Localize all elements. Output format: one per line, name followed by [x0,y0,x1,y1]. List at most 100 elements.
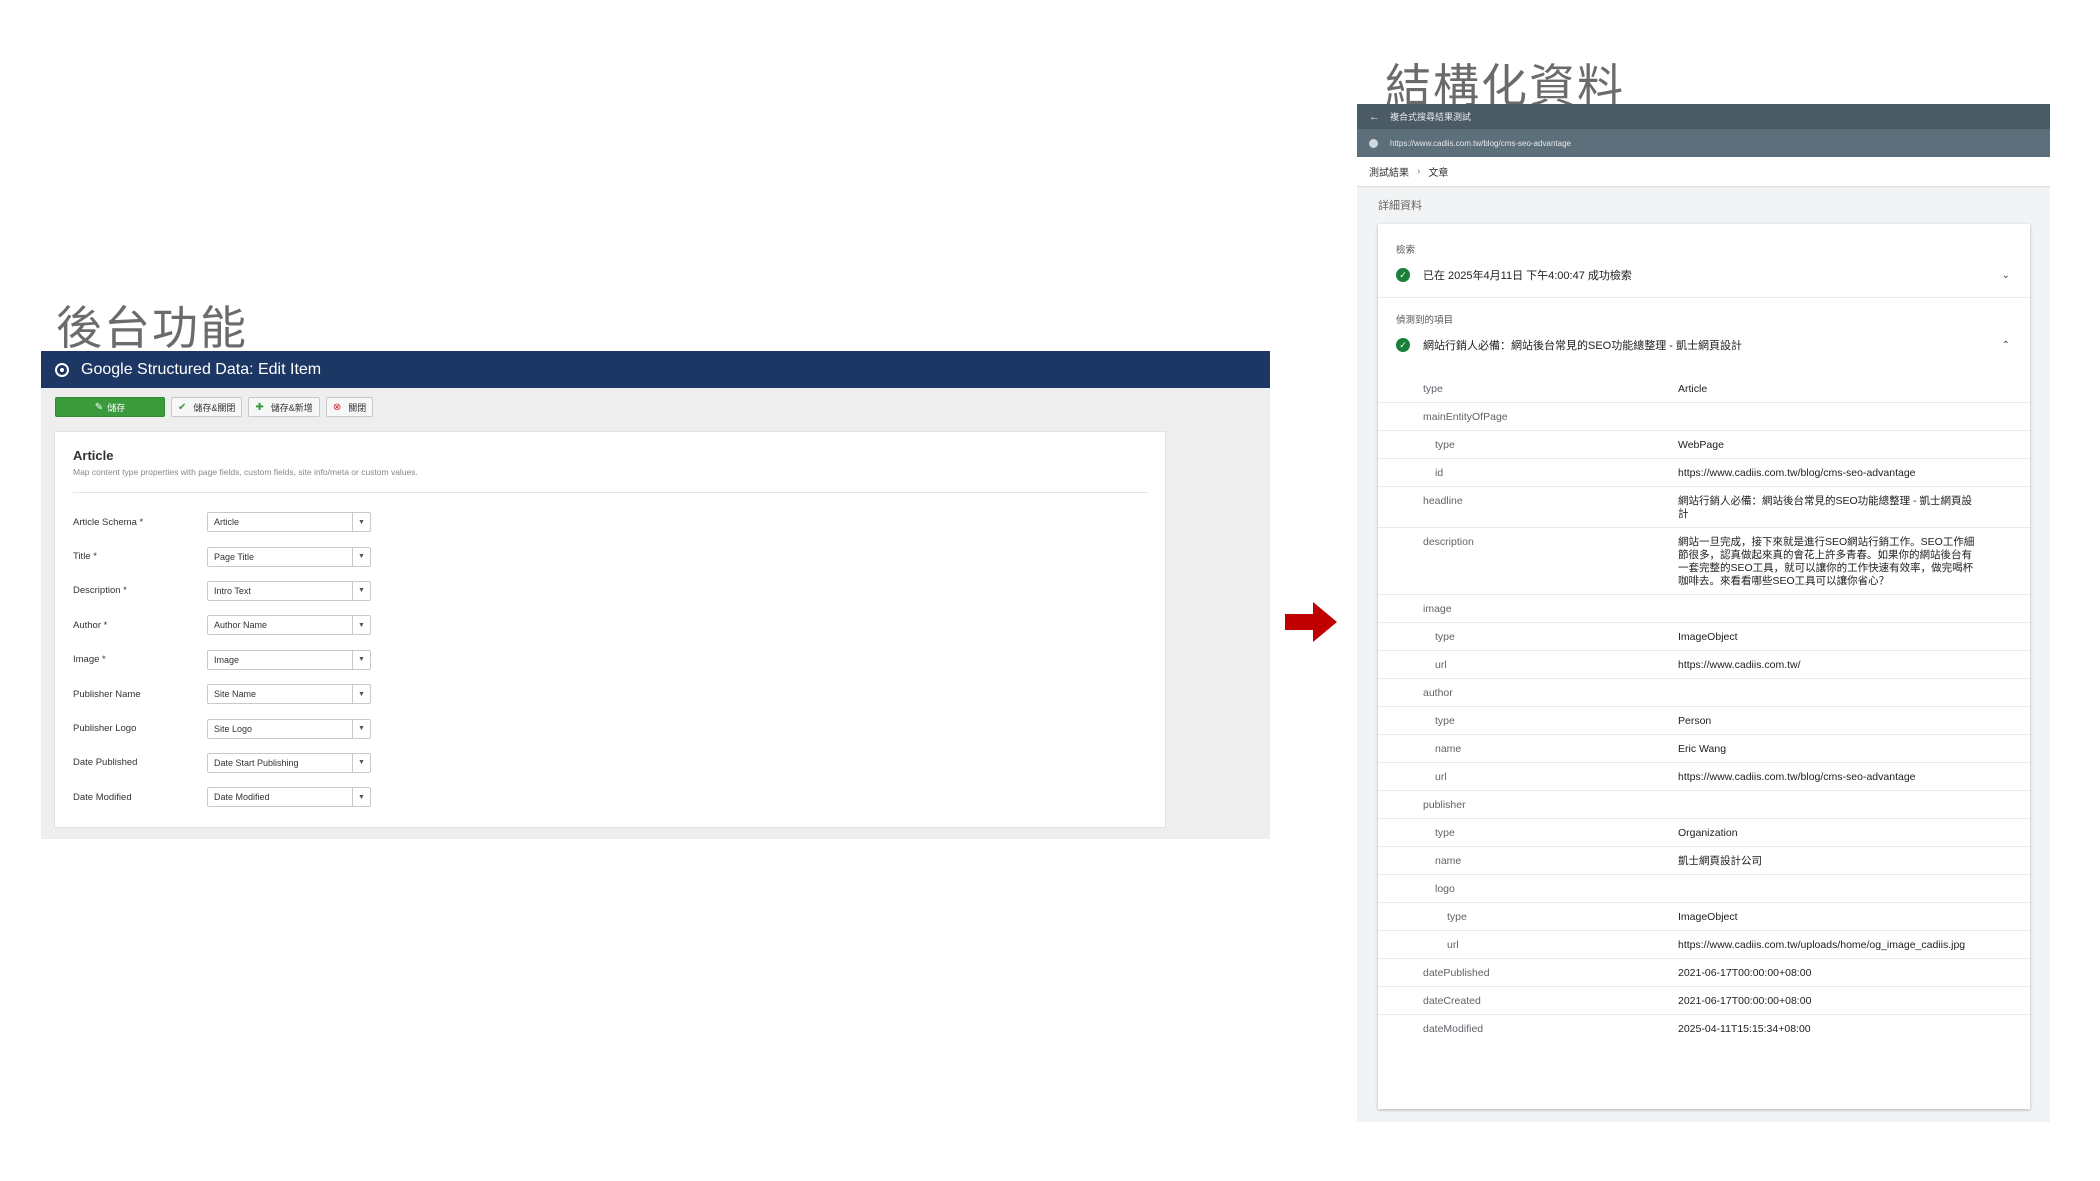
property-value [1678,411,1978,424]
field-select[interactable]: Author Name ▼ [207,615,371,636]
field-select[interactable]: Site Name ▼ [207,684,371,705]
property-value: Article [1678,383,1708,395]
field-select[interactable]: Site Logo ▼ [207,718,371,739]
card-divider [73,492,1147,493]
dropdown-caret-icon: ▼ [352,753,370,772]
property-row: mainEntityOfPage [1378,402,2030,430]
edit-icon: ✎ [94,401,104,413]
field-select[interactable]: Page Title ▼ [207,546,371,567]
dropdown-caret-icon: ▼ [352,788,370,807]
rr-top-bar: ← 複合式搜尋結果測試 [1357,104,2050,129]
check-icon: ✔ [178,401,187,413]
property-row: type Organization [1378,818,2030,846]
property-key: type [1423,383,1443,395]
detected-item-row[interactable]: ✓ 網站行銷人必備：網站後台常見的SEO功能總整理 - 凱士網頁設計 ⌃ [1378,337,2030,353]
property-row: id https://www.cadiis.com.tw/blog/cms-seo… [1378,458,2030,486]
crawl-status-row[interactable]: ✓ 已在 2025年4月11日 下午4:00:47 成功檢索 ⌄ [1378,267,2030,283]
dropdown-caret-icon: ▼ [352,685,370,704]
property-row: url https://www.cadiis.com.tw/ [1378,650,2030,678]
back-arrow-icon[interactable]: ← [1369,111,1380,123]
detail-heading: 詳細資料 [1378,200,1422,212]
property-value: https://www.cadiis.com.tw/ [1678,659,1801,671]
article-form-card: Article Map content type properties with… [54,431,1166,828]
field-label: Title * [73,551,97,563]
chevron-down-icon[interactable]: ⌄ [2002,270,2010,281]
property-row: datePublished 2021-06-17T00:00:00+08:00 [1378,958,2030,986]
plus-icon: ✚ [255,401,264,413]
property-row: image [1378,594,2030,622]
detected-item-title: 網站行銷人必備：網站後台常見的SEO功能總整理 - 凱士網頁設計 [1423,340,1743,352]
property-key: description [1423,536,1474,548]
rr-top-title: 複合式搜尋結果測試 [1390,112,1472,122]
breadcrumb: 測試結果 › 文章 [1357,157,2050,187]
property-key: publisher [1423,799,1466,811]
field-select[interactable]: Date Modified ▼ [207,787,371,808]
property-key: headline [1423,495,1463,507]
property-key: type [1435,631,1455,643]
property-value [1678,687,1978,700]
property-value: 2021-06-17T00:00:00+08:00 [1678,995,1812,1007]
field-label: Date Published [73,757,138,769]
field-select[interactable]: Intro Text ▼ [207,580,371,601]
breadcrumb-item-results[interactable]: 測試結果 [1369,164,1409,179]
property-row: name Eric Wang [1378,734,2030,762]
property-value: 2021-06-17T00:00:00+08:00 [1678,967,1812,979]
field-label: Author * [73,619,108,631]
dropdown-caret-icon: ▼ [352,616,370,635]
rr-url-bar: https://www.cadiis.com.tw/blog/cms-seo-a… [1357,129,2050,157]
property-key: name [1435,743,1462,755]
form-row: Image * Image ▼ [73,643,1147,677]
property-value: https://www.cadiis.com.tw/blog/cms-seo-a… [1678,771,1916,783]
field-value: Article [214,517,240,528]
crawl-status-text: 已在 2025年4月11日 下午4:00:47 成功檢索 [1423,270,1632,282]
form-row: Description * Intro Text ▼ [73,574,1147,608]
field-label: Publisher Name [73,688,141,700]
property-key: dateCreated [1423,995,1481,1007]
detected-items-label: 偵測到的項目 [1396,315,1454,326]
arrow-shape [1285,602,1337,642]
save-close-label: 儲存&關閉 [193,402,236,413]
field-value: Image [214,654,240,665]
admin-edit-panel: Google Structured Data: Edit Item ✎ 儲存 ✔… [41,351,1270,839]
chevron-up-icon[interactable]: ⌃ [2002,340,2010,351]
save-button[interactable]: ✎ 儲存 [55,397,165,417]
breadcrumb-item-article: 文章 [1428,168,1449,179]
property-value: Eric Wang [1678,743,1727,755]
field-select[interactable]: Image ▼ [207,649,371,670]
target-icon [55,362,69,377]
form-row: Publisher Name Site Name ▼ [73,677,1147,711]
property-key: mainEntityOfPage [1423,411,1508,423]
crawl-label: 檢索 [1396,245,1416,256]
field-value: Date Start Publishing [214,757,299,768]
save-close-button[interactable]: ✔ 儲存&關閉 [171,397,243,417]
property-row: name 凱士網頁設計公司 [1378,846,2030,874]
property-row: dateCreated 2021-06-17T00:00:00+08:00 [1378,986,2030,1014]
rich-results-panel: ← 複合式搜尋結果測試 https://www.cadiis.com.tw/bl… [1357,104,2050,1122]
property-row: type WebPage [1378,430,2030,458]
save-new-button[interactable]: ✚ 儲存&新增 [248,397,320,417]
property-row: author [1378,678,2030,706]
field-select[interactable]: Date Start Publishing ▼ [207,752,371,773]
field-label: Publisher Logo [73,723,137,735]
field-select[interactable]: Article ▼ [207,512,371,533]
form-row: Date Published Date Start Publishing ▼ [73,746,1147,780]
property-row: publisher [1378,790,2030,818]
globe-icon [1369,138,1378,148]
property-value: https://www.cadiis.com.tw/uploads/home/o… [1678,939,1966,951]
property-value: 網站行銷人必備：網站後台常見的SEO功能總整理 - 凱士網頁設計 [1678,495,1973,520]
success-check-icon: ✓ [1396,338,1410,352]
property-table: type Article mainEntityOfPage type WebPage id… [1378,375,2030,1042]
dropdown-caret-icon: ▼ [352,650,370,669]
property-key: type [1435,715,1455,727]
property-value: ImageObject [1678,911,1738,923]
form-row: Title * Page Title ▼ [73,539,1147,573]
property-key: url [1447,939,1459,951]
admin-toolbar: ✎ 儲存 ✔ 儲存&關閉 ✚ 儲存&新增 ⊗ 關閉 [41,388,1270,426]
property-key: url [1435,771,1447,783]
property-value: Organization [1678,827,1738,839]
card-subtitle: Map content type properties with page fi… [73,467,418,477]
property-row: url https://www.cadiis.com.tw/uploads/hom… [1378,930,2030,958]
form-row: Date Modified Date Modified ▼ [73,780,1147,814]
close-button[interactable]: ⊗ 關閉 [325,397,374,417]
property-row: dateModified 2025-04-11T15:15:34+08:00 [1378,1014,2030,1042]
